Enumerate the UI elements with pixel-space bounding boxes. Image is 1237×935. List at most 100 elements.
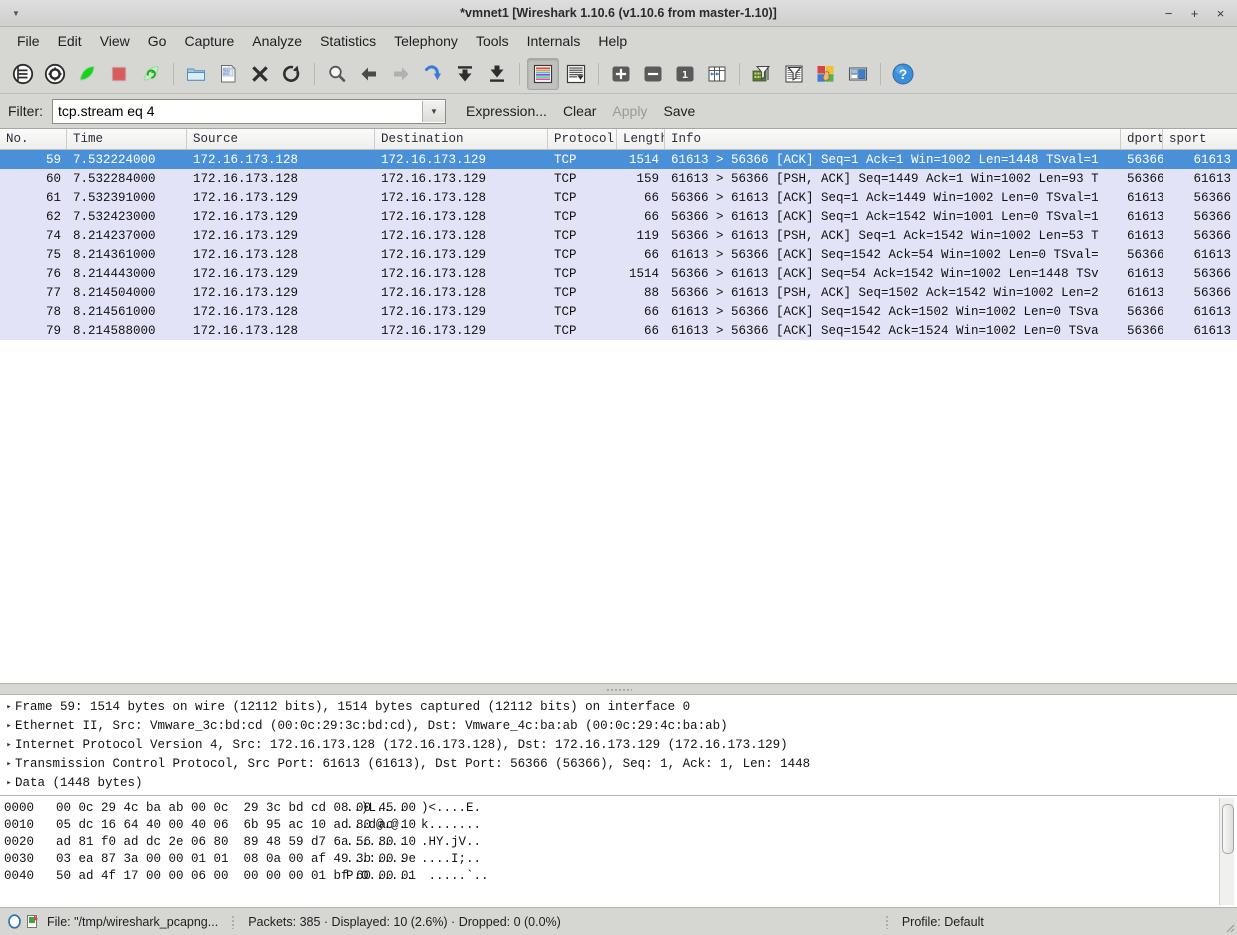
filter-input-container[interactable]: ▼: [52, 98, 446, 124]
find-packet-icon[interactable]: [322, 59, 352, 89]
coloring-rules-icon[interactable]: [811, 59, 841, 89]
hex-row[interactable]: 0040 50 ad 4f 17 00 00 06 00 00 00 00 01 …: [4, 867, 1237, 884]
detail-row[interactable]: ▸ Ethernet II, Src: Vmware_3c:bd:cd (00:0…: [0, 716, 1237, 735]
table-row[interactable]: 60 7.532284000 172.16.173.128 172.16.173.12…: [0, 169, 1237, 188]
go-to-packet-icon[interactable]: [418, 59, 448, 89]
table-row[interactable]: 74 8.214237000 172.16.173.129 172.16.173.12…: [0, 226, 1237, 245]
table-row[interactable]: 76 8.214443000 172.16.173.129 172.16.173.12…: [0, 264, 1237, 283]
cell-protocol: TCP: [554, 323, 577, 338]
table-row[interactable]: 79 8.214588000 172.16.173.128 172.16.173.12…: [0, 321, 1237, 340]
table-row[interactable]: 59 7.532224000 172.16.173.128 172.16.173.12…: [0, 150, 1237, 169]
expand-triangle-icon[interactable]: ▸: [3, 702, 15, 712]
expand-triangle-icon[interactable]: ▸: [3, 759, 15, 769]
svg-text:?: ?: [899, 66, 908, 82]
minimize-icon[interactable]: −: [1162, 7, 1175, 20]
menu-tools[interactable]: Tools: [467, 30, 518, 52]
zoom-out-icon[interactable]: [638, 59, 668, 89]
zoom-reset-icon[interactable]: 1: [670, 59, 700, 89]
filter-input[interactable]: [53, 99, 422, 123]
capture-options-icon[interactable]: [40, 59, 70, 89]
column-header-source[interactable]: Source: [187, 129, 375, 149]
apply-filter-button[interactable]: Apply: [604, 101, 655, 121]
column-header-length[interactable]: Length: [617, 129, 665, 149]
go-forward-icon[interactable]: [386, 59, 416, 89]
detail-row[interactable]: ▸ Internet Protocol Version 4, Src: 172.1…: [0, 735, 1237, 754]
hex-row[interactable]: 0000 00 0c 29 4c ba ab 00 0c 29 3c bd cd …: [4, 799, 1237, 816]
menu-internals[interactable]: Internals: [518, 30, 590, 52]
column-header-protocol[interactable]: Protocol: [548, 129, 617, 149]
pane-splitter[interactable]: [0, 683, 1237, 695]
menu-help[interactable]: Help: [589, 30, 636, 52]
menu-statistics[interactable]: Statistics: [311, 30, 385, 52]
menu-telephony[interactable]: Telephony: [385, 30, 467, 52]
table-row[interactable]: 62 7.532423000 172.16.173.129 172.16.173.12…: [0, 207, 1237, 226]
cell-source: 172.16.173.129: [193, 266, 299, 281]
menu-view[interactable]: View: [91, 30, 139, 52]
save-filter-button[interactable]: Save: [655, 101, 703, 121]
packet-bytes-pane[interactable]: 0000 00 0c 29 4c ba ab 00 0c 29 3c bd cd …: [0, 795, 1237, 907]
table-row[interactable]: 78 8.214561000 172.16.173.128 172.16.173.12…: [0, 302, 1237, 321]
close-icon[interactable]: ×: [1214, 7, 1227, 20]
zoom-in-icon[interactable]: [606, 59, 636, 89]
display-filters-icon[interactable]: [779, 59, 809, 89]
capture-filters-icon[interactable]: [747, 59, 777, 89]
auto-scroll-icon[interactable]: [561, 59, 591, 89]
filter-dropdown-icon[interactable]: ▼: [422, 100, 445, 122]
column-header-time[interactable]: Time: [67, 129, 187, 149]
hex-row[interactable]: 0010 05 dc 16 64 40 00 40 06 6b 95 ac 10 …: [4, 816, 1237, 833]
menu-capture[interactable]: Capture: [175, 30, 243, 52]
menu-file[interactable]: File: [8, 30, 49, 52]
toolbar-separator: [314, 63, 315, 85]
close-file-icon[interactable]: [245, 59, 275, 89]
hex-row[interactable]: 0030 03 ea 87 3a 00 00 01 01 08 0a 00 af …: [4, 850, 1237, 867]
column-header-destination[interactable]: Destination: [375, 129, 548, 149]
cell-dport: 56366: [1127, 247, 1163, 262]
menu-edit[interactable]: Edit: [49, 30, 91, 52]
go-to-last-icon[interactable]: [482, 59, 512, 89]
resize-grip-icon[interactable]: [1223, 921, 1235, 933]
hex-scrollbar[interactable]: [1219, 798, 1234, 905]
cell-sport: 61613: [1193, 304, 1231, 319]
column-header-dport[interactable]: dport: [1121, 129, 1163, 149]
detail-row[interactable]: ▸ Frame 59: 1514 bytes on wire (12112 bit…: [0, 697, 1237, 716]
clear-filter-button[interactable]: Clear: [555, 101, 604, 121]
column-header-sport[interactable]: sport: [1163, 129, 1237, 149]
window-menu-icon[interactable]: ▼: [9, 6, 23, 20]
cell-no: 79: [45, 323, 61, 338]
reload-icon[interactable]: [277, 59, 307, 89]
hex-row[interactable]: 0020 ad 81 f0 ad dc 2e 06 80 89 48 59 d7 …: [4, 833, 1237, 850]
detail-row[interactable]: ▸ Data (1448 bytes): [0, 773, 1237, 792]
cell-time: 8.214237000: [73, 228, 156, 243]
packet-details-pane[interactable]: ▸ Frame 59: 1514 bytes on wire (12112 bit…: [0, 695, 1237, 795]
cell-length: 66: [643, 304, 659, 319]
expand-triangle-icon[interactable]: ▸: [3, 740, 15, 750]
go-to-first-icon[interactable]: [450, 59, 480, 89]
detail-row[interactable]: ▸ Transmission Control Protocol, Src Port…: [0, 754, 1237, 773]
start-capture-icon[interactable]: [72, 59, 102, 89]
table-row[interactable]: 77 8.214504000 172.16.173.129 172.16.173.12…: [0, 283, 1237, 302]
stop-capture-icon[interactable]: [104, 59, 134, 89]
hex-scrollbar-thumb[interactable]: [1222, 804, 1234, 854]
save-file-icon[interactable]: 0101 1010 0011: [213, 59, 243, 89]
expression-button[interactable]: Expression...: [458, 101, 555, 121]
table-row[interactable]: 75 8.214361000 172.16.173.128 172.16.173.12…: [0, 245, 1237, 264]
resize-columns-icon[interactable]: [702, 59, 732, 89]
column-header-info[interactable]: Info: [665, 129, 1121, 149]
open-file-icon[interactable]: [181, 59, 211, 89]
expand-triangle-icon[interactable]: ▸: [3, 778, 15, 788]
menu-go[interactable]: Go: [139, 30, 176, 52]
go-back-icon[interactable]: [354, 59, 384, 89]
restart-capture-icon[interactable]: [136, 59, 166, 89]
colorize-icon[interactable]: [527, 58, 559, 90]
menu-analyze[interactable]: Analyze: [243, 30, 311, 52]
help-icon[interactable]: ?: [888, 59, 918, 89]
column-header-no[interactable]: No.: [0, 129, 67, 149]
maximize-icon[interactable]: +: [1188, 7, 1201, 20]
filter-label: Filter:: [8, 103, 43, 119]
interface-list-icon[interactable]: [8, 59, 38, 89]
packet-list-body[interactable]: 59 7.532224000 172.16.173.128 172.16.173.12…: [0, 150, 1237, 683]
table-row[interactable]: 61 7.532391000 172.16.173.129 172.16.173.12…: [0, 188, 1237, 207]
status-profile-text[interactable]: Profile: Default: [902, 915, 984, 929]
preferences-icon[interactable]: [843, 59, 873, 89]
expand-triangle-icon[interactable]: ▸: [3, 721, 15, 731]
